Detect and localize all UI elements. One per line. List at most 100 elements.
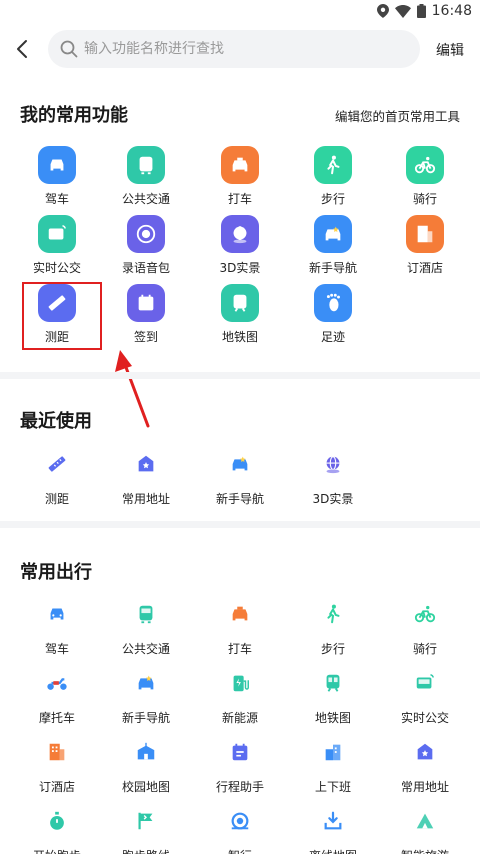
travel-item[interactable]: 公共交通 (106, 598, 186, 657)
travel-item[interactable]: 智行 (200, 805, 280, 854)
status-bar: 16:48 (0, 0, 480, 24)
favorite-item-label: 3D实景 (219, 261, 261, 275)
travel-item-label: 跑步路线 (122, 847, 170, 854)
travel-item[interactable]: 常用地址 (385, 736, 465, 795)
edit-home-tools-link[interactable]: 编辑您的首页常用工具 (335, 106, 460, 125)
travel-title: 常用出行 (20, 562, 92, 583)
novice-nav-icon (314, 215, 352, 253)
car-icon (41, 598, 73, 630)
travel-item[interactable]: 步行 (293, 598, 373, 657)
globe-3d-icon (317, 448, 349, 480)
favorite-item-label: 地铁图 (221, 330, 258, 344)
travel-item-label: 驾车 (44, 642, 69, 656)
recent-item[interactable]: 新手导航 (200, 448, 280, 507)
travel-item-label: 智能旅游 (401, 847, 449, 854)
favorite-item-label: 新手导航 (308, 261, 357, 275)
travel-item[interactable]: 实时公交 (385, 667, 465, 726)
travel-item[interactable]: 新能源 (200, 667, 280, 726)
travel-item[interactable]: 开始跑步 (17, 805, 97, 854)
favorite-item[interactable]: 步行 (293, 146, 373, 207)
travel-item[interactable]: 骑行 (385, 598, 465, 657)
favorite-item[interactable]: 骑行 (385, 146, 465, 207)
globe-3d-icon (221, 215, 259, 253)
favorite-item[interactable]: 打车 (200, 146, 280, 207)
travel-item-label: 上下班 (314, 780, 351, 794)
travel-item[interactable]: 新手导航 (106, 667, 186, 726)
recent-item-label: 测距 (44, 492, 69, 506)
travel-item[interactable]: 上下班 (293, 736, 373, 795)
favorite-item[interactable]: 驾车 (17, 146, 97, 207)
favorite-item-label: 公共交通 (121, 192, 170, 206)
header: 编辑 (0, 28, 480, 70)
travel-item-label: 骑行 (412, 642, 437, 656)
travel-item[interactable]: 打车 (200, 598, 280, 657)
walk-icon (314, 146, 352, 184)
travel-item[interactable]: 订酒店 (17, 736, 97, 795)
favorites-title: 我的常用功能 (20, 105, 128, 126)
travel-item-label: 开始跑步 (33, 847, 81, 854)
favorite-item[interactable]: 签到 (106, 284, 186, 345)
trip-assistant-icon (224, 736, 256, 768)
favorite-item[interactable]: 实时公交 (17, 215, 97, 276)
recent-title: 最近使用 (20, 411, 92, 432)
favorite-item[interactable]: 公共交通 (106, 146, 186, 207)
travel-item[interactable]: 行程助手 (200, 736, 280, 795)
favorite-item[interactable]: 订酒店 (385, 215, 465, 276)
favorite-item[interactable]: 地铁图 (200, 284, 280, 345)
search-box[interactable] (48, 30, 420, 68)
recent-item[interactable]: 常用地址 (106, 448, 186, 507)
favorite-item-label: 签到 (133, 330, 158, 344)
search-icon (60, 40, 78, 58)
favorite-item-label: 骑行 (412, 192, 437, 206)
travel-item-label: 打车 (227, 642, 252, 656)
recent-item-label: 新手导航 (215, 492, 264, 506)
recent-item[interactable]: 测距 (17, 448, 97, 507)
status-time: 16:48 (431, 3, 472, 19)
novice-nav-icon (224, 448, 256, 480)
travel-item-label: 智行 (228, 847, 252, 854)
voice-record-icon (127, 215, 165, 253)
travel-item[interactable]: 智能旅游 (385, 805, 465, 854)
travel-item[interactable]: 跑步路线 (106, 805, 186, 854)
novice-nav-icon (130, 667, 162, 699)
bike-icon (409, 598, 441, 630)
travel-item-label: 步行 (320, 642, 345, 656)
favorite-address-icon (130, 448, 162, 480)
favorite-item-label: 实时公交 (32, 261, 81, 275)
offline-map-icon (317, 805, 349, 837)
travel-item-label: 行程助手 (215, 780, 264, 794)
favorite-item[interactable]: 3D实景 (200, 215, 280, 276)
favorite-item[interactable]: 新手导航 (293, 215, 373, 276)
annotation-arrow-icon (115, 350, 150, 428)
travel-item-label: 地铁图 (314, 711, 351, 725)
travel-item[interactable]: 地铁图 (293, 667, 373, 726)
search-input[interactable] (84, 41, 384, 57)
realtime-bus-icon (409, 667, 441, 699)
travel-item-label: 新手导航 (121, 711, 170, 725)
subway-icon (221, 284, 259, 322)
section-divider (0, 521, 480, 528)
favorite-item-label: 足迹 (320, 330, 345, 344)
travel-item[interactable]: 校园地图 (106, 736, 186, 795)
recent-item[interactable]: 3D实景 (293, 448, 373, 507)
battery-icon (416, 4, 426, 18)
wifi-icon (394, 4, 411, 18)
favorite-item[interactable]: 录语音包 (106, 215, 186, 276)
travel-item[interactable]: 驾车 (17, 598, 97, 657)
travel-item-label: 常用地址 (400, 780, 449, 794)
back-button[interactable] (10, 36, 34, 62)
favorite-item-label: 驾车 (44, 192, 69, 206)
campus-icon (130, 736, 162, 768)
checkin-icon (127, 284, 165, 322)
walk-icon (317, 598, 349, 630)
travel-item-label: 公共交通 (121, 642, 170, 656)
hotel-icon (406, 215, 444, 253)
travel-item[interactable]: 离线地图 (293, 805, 373, 854)
favorite-item[interactable]: 足迹 (293, 284, 373, 345)
travel-item[interactable]: 摩托车 (17, 667, 97, 726)
ev-charging-icon (224, 667, 256, 699)
edit-button[interactable]: 编辑 (436, 40, 464, 60)
taxi-icon (221, 146, 259, 184)
travel-item-label: 校园地图 (121, 780, 170, 794)
run-route-icon (130, 805, 162, 837)
